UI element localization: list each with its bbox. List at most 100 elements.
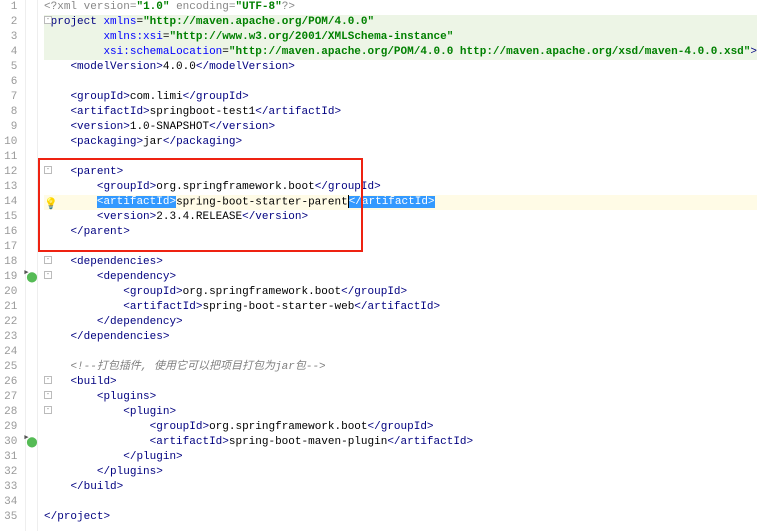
- groupid-close: </groupId>: [183, 91, 249, 103]
- line-number: 1: [0, 0, 17, 15]
- parent-groupid-text: org.springframework.boot: [156, 181, 314, 193]
- modelversion-close: </modelVersion>: [196, 61, 295, 73]
- dep-groupid-open: <groupId>: [123, 286, 182, 298]
- selected-artifactid-open: <artifactId>: [97, 196, 176, 208]
- plugin-groupid-open: <groupId>: [150, 421, 209, 433]
- code-area[interactable]: <?xml version="1.0" encoding="UTF-8"?> <…: [38, 0, 757, 531]
- line-number: 8: [0, 105, 17, 120]
- artifactid-close: </artifactId>: [255, 106, 341, 118]
- dep-artifactid-open: <artifactId>: [123, 301, 202, 313]
- line-number: 24: [0, 345, 17, 360]
- line-number: 34: [0, 495, 17, 510]
- line-number: 15: [0, 210, 17, 225]
- xml-decl-enc-key: encoding: [169, 1, 228, 13]
- plugins-close: </plugins>: [97, 466, 163, 478]
- line-number: 21: [0, 300, 17, 315]
- schemaloc-attr: xsi:schemaLocation: [103, 46, 222, 58]
- line-number: 13: [0, 180, 17, 195]
- line-number: 28: [0, 405, 17, 420]
- line-number: 4: [0, 45, 17, 60]
- xmlns-attr: xmlns: [97, 16, 137, 28]
- line-number: 6: [0, 75, 17, 90]
- fold-marker-icon[interactable]: -: [44, 391, 52, 399]
- line-number: 20: [0, 285, 17, 300]
- line-number: 14: [0, 195, 17, 210]
- modelversion-open: <modelVersion>: [70, 61, 162, 73]
- line-number: 26: [0, 375, 17, 390]
- artifactid-open: <artifactId>: [70, 106, 149, 118]
- build-close: </build>: [70, 481, 123, 493]
- parent-version-open: <version>: [97, 211, 156, 223]
- fold-marker-icon[interactable]: -: [44, 406, 52, 414]
- xml-decl-enc-val: "UTF-8": [236, 1, 282, 13]
- modelversion-text: 4.0.0: [163, 61, 196, 73]
- line-number: 32: [0, 465, 17, 480]
- line-number: 12: [0, 165, 17, 180]
- dependency-open: <dependency>: [97, 271, 176, 283]
- fold-marker-icon[interactable]: -: [44, 376, 52, 384]
- version-close: </version>: [209, 121, 275, 133]
- line-number: 16: [0, 225, 17, 240]
- xmlns-val: "http://maven.apache.org/POM/4.0.0": [143, 16, 374, 28]
- plugin-open: <plugin>: [123, 406, 176, 418]
- parent-groupid-close: </groupId>: [315, 181, 381, 193]
- dependencies-open: <dependencies>: [70, 256, 162, 268]
- line-number: 10: [0, 135, 17, 150]
- plugin-artifactid-text: spring-boot-maven-plugin: [229, 436, 387, 448]
- build-comment: <!--打包插件, 使用它可以把项目打包为jar包-->: [70, 361, 325, 373]
- dep-groupid-close: </groupId>: [341, 286, 407, 298]
- dependencies-close: </dependencies>: [70, 331, 169, 343]
- parent-groupid-open: <groupId>: [97, 181, 156, 193]
- xml-decl-ver-val: "1.0": [136, 1, 169, 13]
- line-number: 3: [0, 30, 17, 45]
- line-number: 22: [0, 315, 17, 330]
- line-number: 33: [0, 480, 17, 495]
- run-marker-icon[interactable]: ⬤▶: [26, 437, 37, 449]
- dependency-close: </dependency>: [97, 316, 183, 328]
- run-marker-icon[interactable]: ⬤▶: [26, 272, 37, 284]
- line-number: 30: [0, 435, 17, 450]
- packaging-close: </packaging>: [163, 136, 242, 148]
- code-editor[interactable]: 1 2 3 4 5 6 7 8 9 10 11 12 13 14 15 16 1…: [0, 0, 757, 531]
- fold-marker-icon[interactable]: -: [44, 166, 52, 174]
- fold-marker-icon[interactable]: -: [44, 271, 52, 279]
- parent-version-text: 2.3.4.RELEASE: [156, 211, 242, 223]
- groupid-text: com.limi: [130, 91, 183, 103]
- line-number: 31: [0, 450, 17, 465]
- dep-artifactid-close: </artifactId>: [354, 301, 440, 313]
- xmlns-xsi-val: "http://www.w3.org/2001/XMLSchema-instan…: [169, 31, 453, 43]
- schemaloc-val: "http://maven.apache.org/POM/4.0.0 http:…: [229, 46, 751, 58]
- parent-version-close: </version>: [242, 211, 308, 223]
- line-number: 23: [0, 330, 17, 345]
- selected-artifactid-close: </artifactId>: [349, 196, 435, 208]
- plugin-artifactid-close: </artifactId>: [387, 436, 473, 448]
- xml-decl-close: ?>: [282, 1, 295, 13]
- line-number: 25: [0, 360, 17, 375]
- line-number: 11: [0, 150, 17, 165]
- line-number: 17: [0, 240, 17, 255]
- plugin-close: </plugin>: [123, 451, 182, 463]
- plugin-groupid-text: org.springframework.boot: [209, 421, 367, 433]
- fold-marker-icon[interactable]: -: [44, 16, 52, 24]
- build-open: <build>: [70, 376, 116, 388]
- line-number: 19: [0, 270, 17, 285]
- artifactid-text: springboot-test1: [150, 106, 256, 118]
- groupid-open: <groupId>: [70, 91, 129, 103]
- version-open: <version>: [70, 121, 129, 133]
- plugin-artifactid-open: <artifactId>: [150, 436, 229, 448]
- parent-artifactid-text: spring-boot-starter-parent: [176, 196, 348, 208]
- fold-marker-icon[interactable]: -: [44, 256, 52, 264]
- plugin-groupid-close: </groupId>: [368, 421, 434, 433]
- project-close-tag: </project>: [44, 511, 110, 523]
- xmlns-xsi-attr: xmlns:xsi: [103, 31, 162, 43]
- line-number: 35: [0, 510, 17, 525]
- plugins-open: <plugins>: [97, 391, 156, 403]
- tag-close: >: [750, 46, 757, 58]
- line-number: 9: [0, 120, 17, 135]
- parent-open: <parent>: [70, 166, 123, 178]
- line-number: 18: [0, 255, 17, 270]
- dep-groupid-text: org.springframework.boot: [183, 286, 341, 298]
- packaging-open: <packaging>: [70, 136, 143, 148]
- project-tag: project: [51, 16, 97, 28]
- packaging-text: jar: [143, 136, 163, 148]
